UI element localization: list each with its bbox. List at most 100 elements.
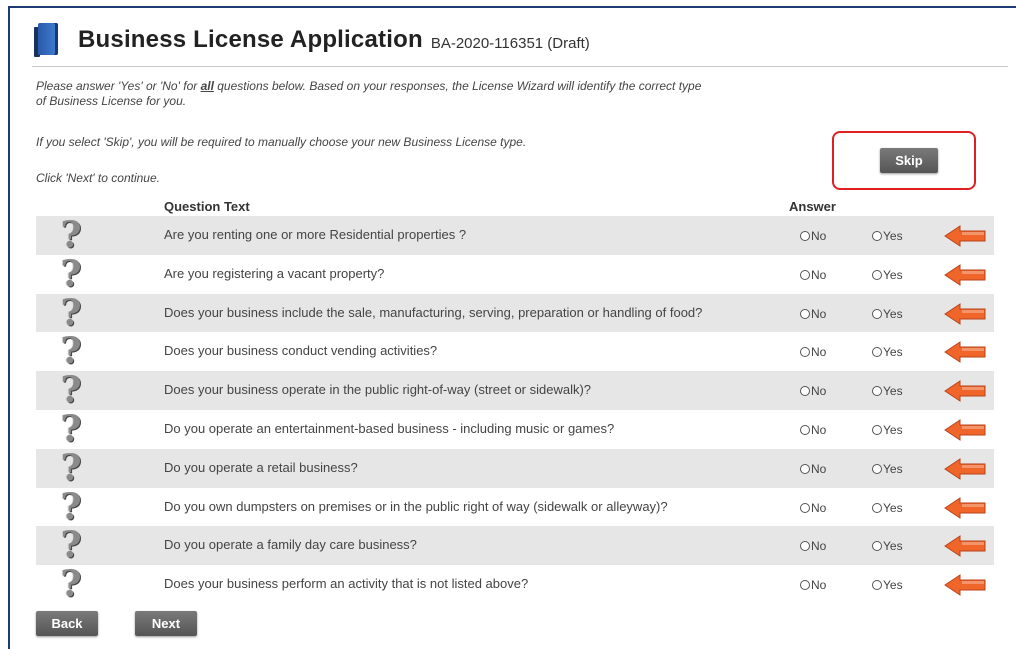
question-mark-icon: ? (60, 524, 82, 567)
answer-no-radio[interactable]: No (800, 307, 826, 321)
instructions-next: Click 'Next' to continue. (36, 171, 160, 185)
orange-left-arrow-icon (944, 380, 986, 403)
radio-circle[interactable] (872, 308, 882, 319)
answer-no-radio[interactable]: No (800, 268, 826, 282)
radio-label: No (811, 500, 827, 515)
answer-yes-radio[interactable]: Yes (872, 462, 903, 476)
question-text: Do you operate a retail business? (164, 459, 358, 475)
radio-circle[interactable] (872, 541, 882, 552)
question-row: ? Do you operate a retail business? No Yes (36, 446, 994, 489)
radio-label: Yes (883, 345, 903, 360)
question-row: ? Does your business perform an activity … (36, 565, 994, 604)
question-mark-icon: ? (60, 369, 82, 412)
skip-button[interactable]: Skip (880, 148, 938, 173)
page-title: Business License Application (78, 26, 423, 53)
answer-yes-radio[interactable]: Yes (872, 384, 903, 398)
radio-circle[interactable] (872, 424, 882, 435)
question-text: Does your business include the sale, man… (164, 304, 703, 320)
radio-circle[interactable] (800, 308, 810, 319)
question-mark-icon: ? (60, 252, 82, 295)
question-mark-icon: ? (60, 446, 82, 489)
question-row: ? Does your business include the sale, ma… (36, 291, 994, 334)
question-row: ? Does your business operate in the publi… (36, 371, 994, 410)
application-id: BA-2020-116351 (Draft) (430, 34, 590, 52)
radio-circle[interactable] (800, 541, 810, 552)
radio-circle[interactable] (800, 424, 810, 435)
back-button[interactable]: Back (36, 611, 98, 636)
book-icon (32, 21, 62, 59)
radio-circle[interactable] (800, 580, 810, 591)
orange-left-arrow-icon (944, 302, 986, 325)
radio-circle[interactable] (872, 502, 882, 513)
radio-circle[interactable] (800, 463, 810, 474)
answer-no-radio[interactable]: No (800, 539, 826, 553)
question-mark-icon: ? (60, 485, 82, 528)
question-row: ? Does your business conduct vending acti… (36, 332, 994, 371)
radio-circle[interactable] (872, 580, 882, 591)
radio-circle[interactable] (872, 347, 882, 358)
answer-no-radio[interactable]: No (800, 345, 826, 359)
radio-label: No (811, 267, 827, 282)
radio-label: Yes (883, 500, 903, 515)
question-mark-icon: ? (60, 291, 82, 334)
question-text: Do you own dumpsters on premises or in t… (164, 498, 668, 514)
answer-yes-radio[interactable]: Yes (872, 345, 903, 359)
answer-yes-radio[interactable]: Yes (872, 268, 903, 282)
answer-yes-radio[interactable]: Yes (872, 501, 903, 515)
answer-yes-radio[interactable]: Yes (872, 229, 903, 243)
answer-no-radio[interactable]: No (800, 423, 826, 437)
column-header-answer: Answer (789, 199, 836, 214)
question-row: ? Are you renting one or more Residential… (36, 216, 994, 255)
radio-circle[interactable] (800, 231, 810, 241)
orange-left-arrow-icon (944, 457, 986, 480)
orange-left-arrow-icon (944, 225, 986, 247)
radio-label: Yes (883, 267, 903, 282)
instructions-skip: If you select 'Skip', you will be requir… (36, 135, 527, 149)
radio-circle[interactable] (800, 347, 810, 358)
answer-no-radio[interactable]: No (800, 501, 826, 515)
answer-no-radio[interactable]: No (800, 384, 826, 398)
question-mark-icon: ? (60, 563, 82, 606)
column-header-question: Question Text (164, 199, 250, 214)
instructions-answer-all: Please answer 'Yes' or 'No' for all ques… (36, 79, 702, 108)
question-text: Are you registering a vacant property? (164, 265, 385, 281)
orange-left-arrow-icon (944, 263, 986, 286)
answer-yes-radio[interactable]: Yes (872, 539, 903, 553)
question-mark-icon: ? (60, 214, 82, 256)
questions-table: ? Are you renting one or more Residential… (36, 216, 994, 604)
radio-circle[interactable] (872, 231, 882, 241)
question-row: ? Do you operate a family day care busine… (36, 524, 994, 567)
answer-no-radio[interactable]: No (800, 462, 826, 476)
emphasis-all: all (200, 79, 214, 93)
radio-circle[interactable] (872, 269, 882, 280)
orange-left-arrow-icon (944, 574, 986, 597)
question-row: ? Are you registering a vacant property? N… (36, 255, 994, 294)
radio-circle[interactable] (800, 269, 810, 280)
next-button[interactable]: Next (135, 611, 197, 636)
page-header: Business License Application BA-2020-116… (32, 20, 590, 60)
radio-circle[interactable] (872, 463, 882, 474)
radio-circle[interactable] (800, 386, 810, 397)
radio-label: Yes (883, 384, 903, 399)
radio-label: Yes (883, 578, 903, 593)
question-text: Are you renting one or more Residential … (164, 227, 467, 242)
answer-no-radio[interactable]: No (800, 578, 826, 592)
radio-label: No (811, 306, 827, 321)
orange-left-arrow-icon (944, 341, 986, 364)
radio-label: Yes (883, 539, 903, 554)
question-text: Do you operate a family day care busines… (164, 537, 417, 553)
answer-yes-radio[interactable]: Yes (872, 423, 903, 437)
answer-yes-radio[interactable]: Yes (872, 578, 903, 592)
question-text: Do you operate an entertainment-based bu… (164, 420, 615, 436)
question-text: Does your business operate in the public… (164, 382, 592, 398)
radio-label: No (811, 422, 827, 437)
question-row: ? Do you operate an entertainment-based b… (36, 410, 994, 449)
radio-circle[interactable] (800, 502, 810, 513)
radio-label: No (811, 539, 827, 554)
answer-no-radio[interactable]: No (800, 229, 826, 243)
radio-label: No (811, 345, 827, 360)
answer-yes-radio[interactable]: Yes (872, 307, 903, 321)
radio-circle[interactable] (872, 386, 882, 397)
orange-left-arrow-icon (944, 419, 986, 441)
orange-left-arrow-icon (944, 496, 986, 519)
